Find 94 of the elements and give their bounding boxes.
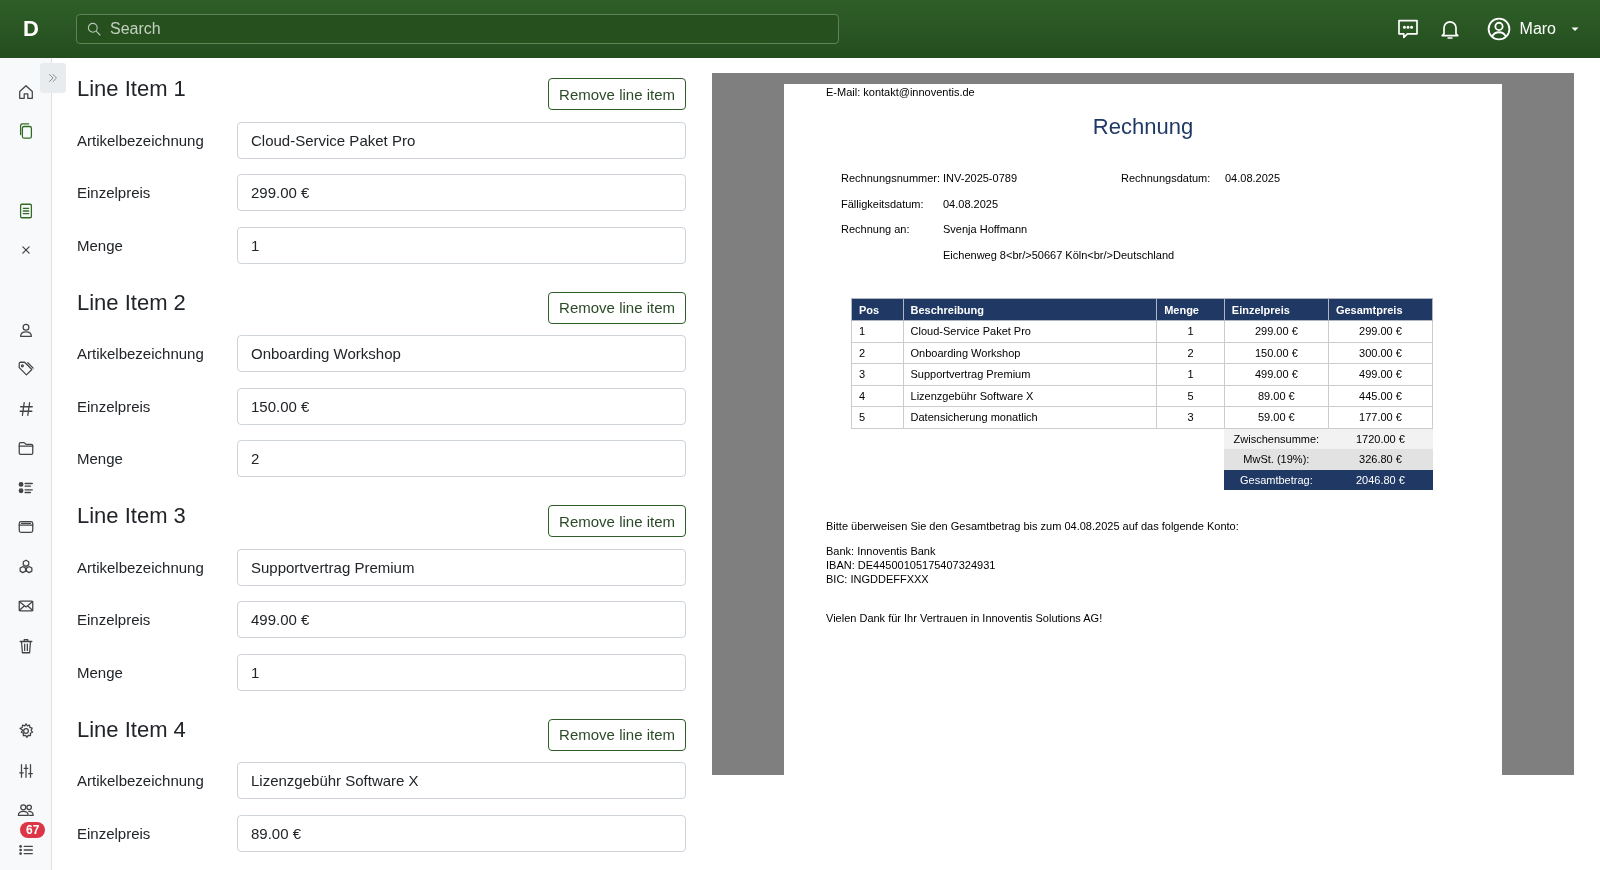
total-value: 1720.00 €	[1328, 428, 1433, 449]
table-cell: 499.00 €	[1224, 363, 1329, 385]
section-heading: Line Item 3	[77, 502, 186, 529]
input-field[interactable]: Supportvertrag Premium	[237, 548, 686, 586]
column-header: Pos	[851, 298, 904, 321]
double-chevron-icon	[46, 71, 60, 85]
table-cell: 445.00 €	[1328, 385, 1433, 407]
table-cell: 5	[851, 406, 904, 428]
bank-detail: BIC: INGDDEFFXXX	[826, 572, 930, 586]
field-label: Einzelpreis	[77, 611, 152, 629]
bank-detail: Bank: Innoventis Bank	[826, 544, 937, 558]
home-icon[interactable]	[16, 82, 35, 101]
remove-button[interactable]: Remove line item	[548, 718, 686, 751]
field-label: Einzelpreis	[77, 184, 152, 202]
input-field[interactable]: 1	[237, 226, 686, 264]
meta-label: Rechnungsnummer:	[841, 172, 942, 186]
meta-label: Fälligkeitsdatum:	[841, 197, 925, 212]
field-label: Einzelpreis	[77, 397, 152, 415]
column-header: Einzelpreis	[1224, 298, 1329, 321]
tag-icon[interactable]	[16, 360, 35, 379]
table-cell: 499.00 €	[1328, 363, 1433, 385]
input-field[interactable]: 299.00 €	[237, 174, 686, 212]
table-cell: 5	[1156, 385, 1225, 407]
table-cell: 150.00 €	[1224, 342, 1329, 364]
meta-label: Rechnung an:	[841, 223, 911, 237]
table-cell: 3	[1156, 406, 1225, 428]
sliders-icon[interactable]	[16, 761, 35, 780]
input-field[interactable]: 150.00 €	[237, 387, 686, 425]
table-cell: Onboarding Workshop	[903, 342, 1157, 364]
table-cell: 1	[851, 320, 904, 342]
settings-icon[interactable]	[16, 722, 35, 741]
remove-button[interactable]: Remove line item	[548, 291, 686, 324]
table-cell: 1	[1156, 363, 1225, 385]
section-heading: Line Item 4	[77, 715, 186, 743]
total-label: Gesamtbetrag:	[1224, 469, 1329, 490]
field-label: Artikelbezeichnung	[77, 558, 205, 576]
table-cell: 89.00 €	[1224, 385, 1329, 407]
table-cell: 2	[1156, 342, 1225, 364]
table-cell: 4	[851, 385, 904, 407]
folder-icon[interactable]	[16, 439, 35, 458]
total-value: 2046.80 €	[1328, 469, 1433, 490]
column-header: Gesamtpreis	[1328, 298, 1433, 321]
field-label: Artikelbezeichnung	[77, 345, 205, 363]
table-cell: 3	[851, 363, 904, 385]
table-cell: Datensicherung monatlich	[903, 406, 1157, 428]
table-cell: 299.00 €	[1224, 320, 1329, 342]
total-label: MwSt. (19%):	[1224, 449, 1329, 470]
field-label: Artikelbezeichnung	[77, 131, 205, 149]
input-field[interactable]: Cloud-Service Paket Pro	[237, 121, 686, 159]
input-field[interactable]: Onboarding Workshop	[237, 335, 686, 373]
thanks-text: Vielen Dank für Ihr Vertrauen in Innoventis Solutions AG!	[826, 612, 1104, 624]
field-label: Menge	[77, 663, 124, 681]
column-header: Menge	[1156, 298, 1225, 321]
email-text: E-Mail: kontakt@innoventis.de	[826, 85, 976, 98]
table-cell: 1	[1156, 320, 1225, 342]
meta-value: 04.08.2025	[1225, 172, 1281, 186]
total-value: 326.80 €	[1328, 449, 1433, 470]
search-field[interactable]: Search	[76, 14, 839, 44]
table-cell: 2	[851, 342, 904, 364]
logo[interactable]: D	[14, 16, 48, 42]
total-label: Zwischensumme:	[1224, 428, 1329, 449]
field-label: Einzelpreis	[77, 824, 152, 842]
field-label: Menge	[77, 450, 124, 468]
user-avatar-icon	[1485, 16, 1512, 42]
meta-value: Eichenweg 8<br/>50667 Köln<br/>Deutschland	[943, 248, 1175, 263]
section-heading: Line Item 1	[77, 75, 186, 102]
input-field[interactable]: 2	[237, 440, 686, 478]
chat-icon[interactable]	[1395, 17, 1420, 41]
remove-button[interactable]: Remove line item	[548, 505, 686, 537]
meta-value: 04.08.2025	[943, 197, 999, 212]
column-header: Beschreibung	[903, 298, 1157, 321]
table-cell: 177.00 €	[1328, 406, 1433, 428]
field-label: Artikelbezeichnung	[77, 772, 205, 790]
section-heading: Line Item 2	[77, 288, 186, 316]
field-label: Menge	[77, 236, 124, 254]
table-cell: 300.00 €	[1328, 342, 1433, 364]
bank-detail: IBAN: DE44500105175407324931	[826, 558, 997, 572]
table-cell: Cloud-Service Paket Pro	[903, 320, 1157, 342]
count-badge: 67	[20, 822, 46, 838]
remove-button[interactable]: Remove line item	[548, 78, 686, 110]
input-field[interactable]: 499.00 €	[237, 601, 686, 639]
meta-value: Svenja Hoffmann	[943, 223, 1028, 237]
input-field[interactable]: 1	[237, 653, 686, 691]
meta-value: INV-2025-0789	[943, 172, 1017, 186]
input-field[interactable]: Lizenzgebühr Software X	[237, 762, 686, 800]
input-field[interactable]: 89.00 €	[237, 814, 686, 852]
invoice-title: Rechnung	[1091, 114, 1195, 140]
user-menu[interactable]: Maro	[1485, 16, 1582, 42]
meta-label: Rechnungsdatum:	[1121, 172, 1212, 186]
table-cell: 299.00 €	[1328, 320, 1433, 342]
payment-note: Bitte überweisen Sie den Gesamtbetrag bis zum 04.08.2025 auf das folgende Konto:	[826, 520, 1240, 532]
table-cell: Supportvertrag Premium	[903, 363, 1157, 385]
table-cell: Lizenzgebühr Software X	[903, 385, 1157, 407]
table-cell: 59.00 €	[1224, 406, 1329, 428]
